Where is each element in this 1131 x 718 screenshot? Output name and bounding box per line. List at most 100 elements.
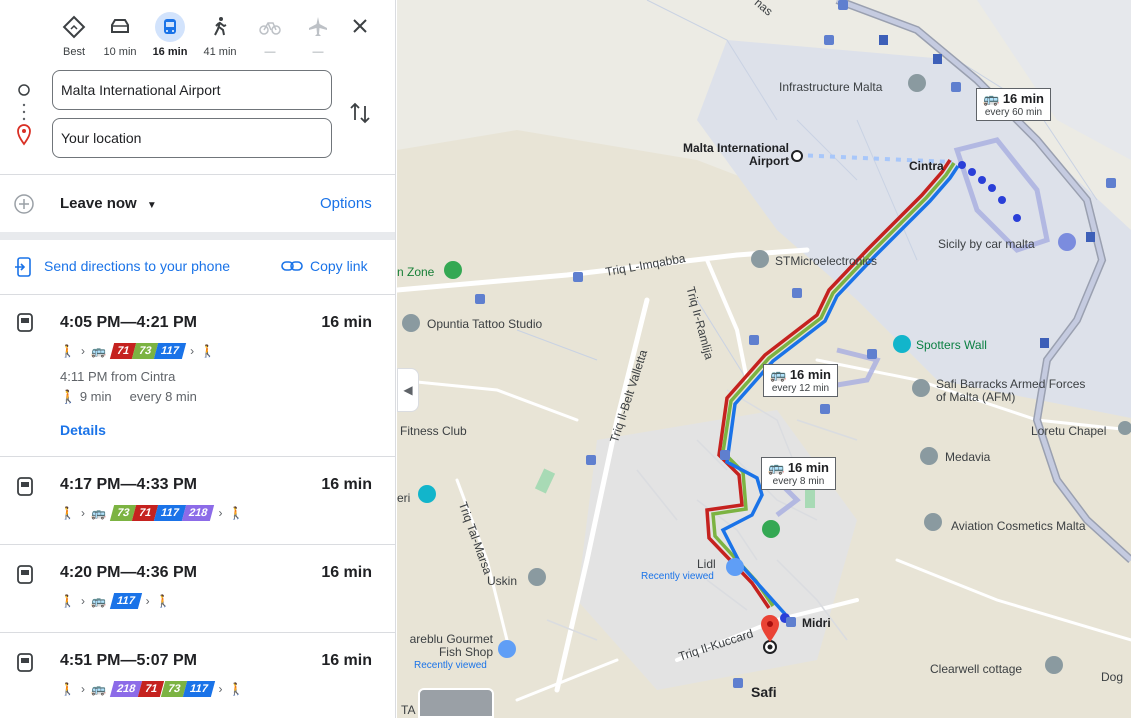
map-label: Clearwell cottage (930, 662, 1023, 676)
line-badge: 218 (182, 505, 215, 521)
route-option[interactable]: 4:51 PM—5:07 PM 16 min 🚶 › 🚌 218 71 73 117 › 🚶 (0, 633, 395, 718)
route-bubble[interactable]: 🚌 16 min every 8 min (761, 457, 836, 490)
close-icon[interactable] (348, 14, 372, 38)
route-bubble[interactable]: 🚌 16 min every 12 min (763, 364, 838, 397)
map-label: Recently viewed (414, 660, 487, 671)
map-label: Aviation Cosmetics Malta (951, 519, 1086, 533)
line-badge: 117 (154, 343, 187, 359)
details-link[interactable]: Details (60, 422, 106, 438)
map-label: eri (397, 491, 411, 505)
map-label: Infrastructure Malta (779, 80, 883, 94)
map-label: Opuntia Tattoo Studio (427, 317, 543, 331)
transit-icon (17, 313, 33, 332)
mode-label: Best (62, 46, 85, 58)
map-label: Recently viewed (641, 571, 714, 582)
map-label: Loretu Chapel (1031, 424, 1107, 438)
airplane-icon (303, 12, 333, 42)
chevron-icon: › (218, 506, 223, 520)
route-option[interactable]: 4:17 PM—4:33 PM 16 min 🚶 › 🚌 73 71 117 218 › 🚶 (0, 457, 395, 545)
route-bubble[interactable]: 🚌 16 min every 60 min (976, 88, 1051, 121)
line-badges: 73 71 117 218 (109, 505, 215, 521)
chevron-icon: › (80, 594, 85, 608)
walk-icon: 🚶 (60, 594, 75, 608)
bus-icon (155, 12, 185, 42)
route-steps: 🚶 › 🚌 117 › 🚶 (60, 592, 171, 610)
walk-icon: 🚶 (60, 344, 75, 358)
chevron-left-icon: ◀ (403, 383, 413, 397)
collapse-panel-button[interactable]: ◀ (397, 368, 419, 412)
bus-icon: 🚌 (90, 594, 106, 608)
bus-icon: 🚌 (983, 91, 1000, 106)
chevron-icon: › (145, 594, 150, 608)
swap-icon[interactable] (347, 100, 373, 126)
map-label: Spotters Wall (916, 338, 987, 352)
map-label: areblu Gourmet Fish Shop (409, 632, 493, 659)
route-duration: 16 min (321, 476, 372, 493)
departure-info: 4:11 PM from Cintra (60, 369, 176, 384)
mode-best[interactable]: Best (50, 10, 98, 58)
route-duration: 16 min (321, 652, 372, 669)
transit-icon (17, 477, 33, 496)
directions-panel: Best 10 min 16 min 41 min — — Leav (0, 0, 396, 718)
route-option[interactable]: 4:05 PM—4:21 PM 16 min 🚶 › 🚌 71 73 117 › 🚶 4:… (0, 295, 395, 457)
caret-down-icon: ▼ (146, 200, 157, 211)
add-stop-icon[interactable] (12, 193, 36, 217)
map-label: Lidl (697, 557, 716, 571)
mode-label: 41 min (203, 46, 237, 58)
send-to-phone-icon (15, 257, 31, 277)
destination-input[interactable] (52, 118, 332, 158)
bus-icon: 🚌 (90, 506, 106, 520)
leave-label: Leave now (60, 195, 137, 212)
mode-label: — (264, 46, 276, 58)
route-duration: 16 min (321, 314, 372, 331)
route-dots-icon (17, 84, 31, 146)
walk-icon: 🚶 (60, 682, 75, 696)
section-divider (0, 232, 395, 240)
map-label: Medavia (945, 450, 991, 464)
mode-label: — (312, 46, 324, 58)
mode-flight[interactable]: — (294, 10, 342, 58)
car-icon (105, 12, 135, 42)
map-label: TA (401, 703, 416, 717)
map-label: Sicily by car malta (938, 237, 1035, 251)
route-steps: 🚶 › 🚌 218 71 73 117 › 🚶 (60, 680, 243, 698)
bus-icon: 🚌 (90, 682, 106, 696)
line-badges: 71 73 117 (109, 343, 187, 359)
mode-drive[interactable]: 10 min (96, 10, 144, 58)
mode-bike[interactable]: — (246, 10, 294, 58)
map-label: Dog (1101, 670, 1124, 684)
route-time: 4:17 PM—4:33 PM (60, 476, 197, 493)
mode-transit[interactable]: 16 min (146, 10, 194, 58)
map-label: Malta International Airport (682, 141, 789, 168)
map-label: Safi Barracks Armed Forces of Malta (AFM… (936, 377, 1086, 404)
leave-now-dropdown[interactable]: Leave now ▼ (60, 195, 157, 212)
map[interactable]: nas Infrastructure Malta Malta Internati… (397, 0, 1131, 718)
walk-icon: 🚶 (228, 506, 244, 520)
bus-icon: 🚌 (768, 460, 785, 475)
line-badge: 117 (109, 593, 142, 609)
origin-input[interactable] (52, 70, 332, 110)
mode-walk[interactable]: 41 min (196, 10, 244, 58)
copy-link-button[interactable]: Copy link (310, 258, 368, 274)
route-time: 4:51 PM—5:07 PM (60, 652, 197, 669)
walk-icon: 🚶 (60, 506, 75, 520)
bike-icon (255, 12, 285, 42)
layers-thumbnail[interactable] (418, 688, 494, 718)
mode-label: 16 min (152, 46, 188, 58)
transit-icon (17, 565, 33, 584)
mode-label: 10 min (103, 46, 137, 58)
map-label: STMicroelectronics (775, 254, 878, 268)
chevron-icon: › (80, 682, 85, 696)
walk-icon: 🚶 (155, 594, 171, 608)
options-button[interactable]: Options (320, 195, 372, 212)
walk-icon: 🚶 (200, 344, 216, 358)
map-label: Midri (802, 616, 831, 630)
route-time: 4:05 PM—4:21 PM (60, 314, 197, 331)
map-label: n Zone (397, 265, 435, 279)
map-label: Fitness Club (400, 424, 467, 438)
walk-icon (205, 12, 235, 42)
route-option[interactable]: 4:20 PM—4:36 PM 16 min 🚶 › 🚌 117 › 🚶 (0, 545, 395, 633)
walk-icon: 🚶 (60, 389, 77, 404)
chevron-icon: › (218, 682, 223, 696)
send-directions-link[interactable]: Send directions to your phone (44, 258, 230, 274)
